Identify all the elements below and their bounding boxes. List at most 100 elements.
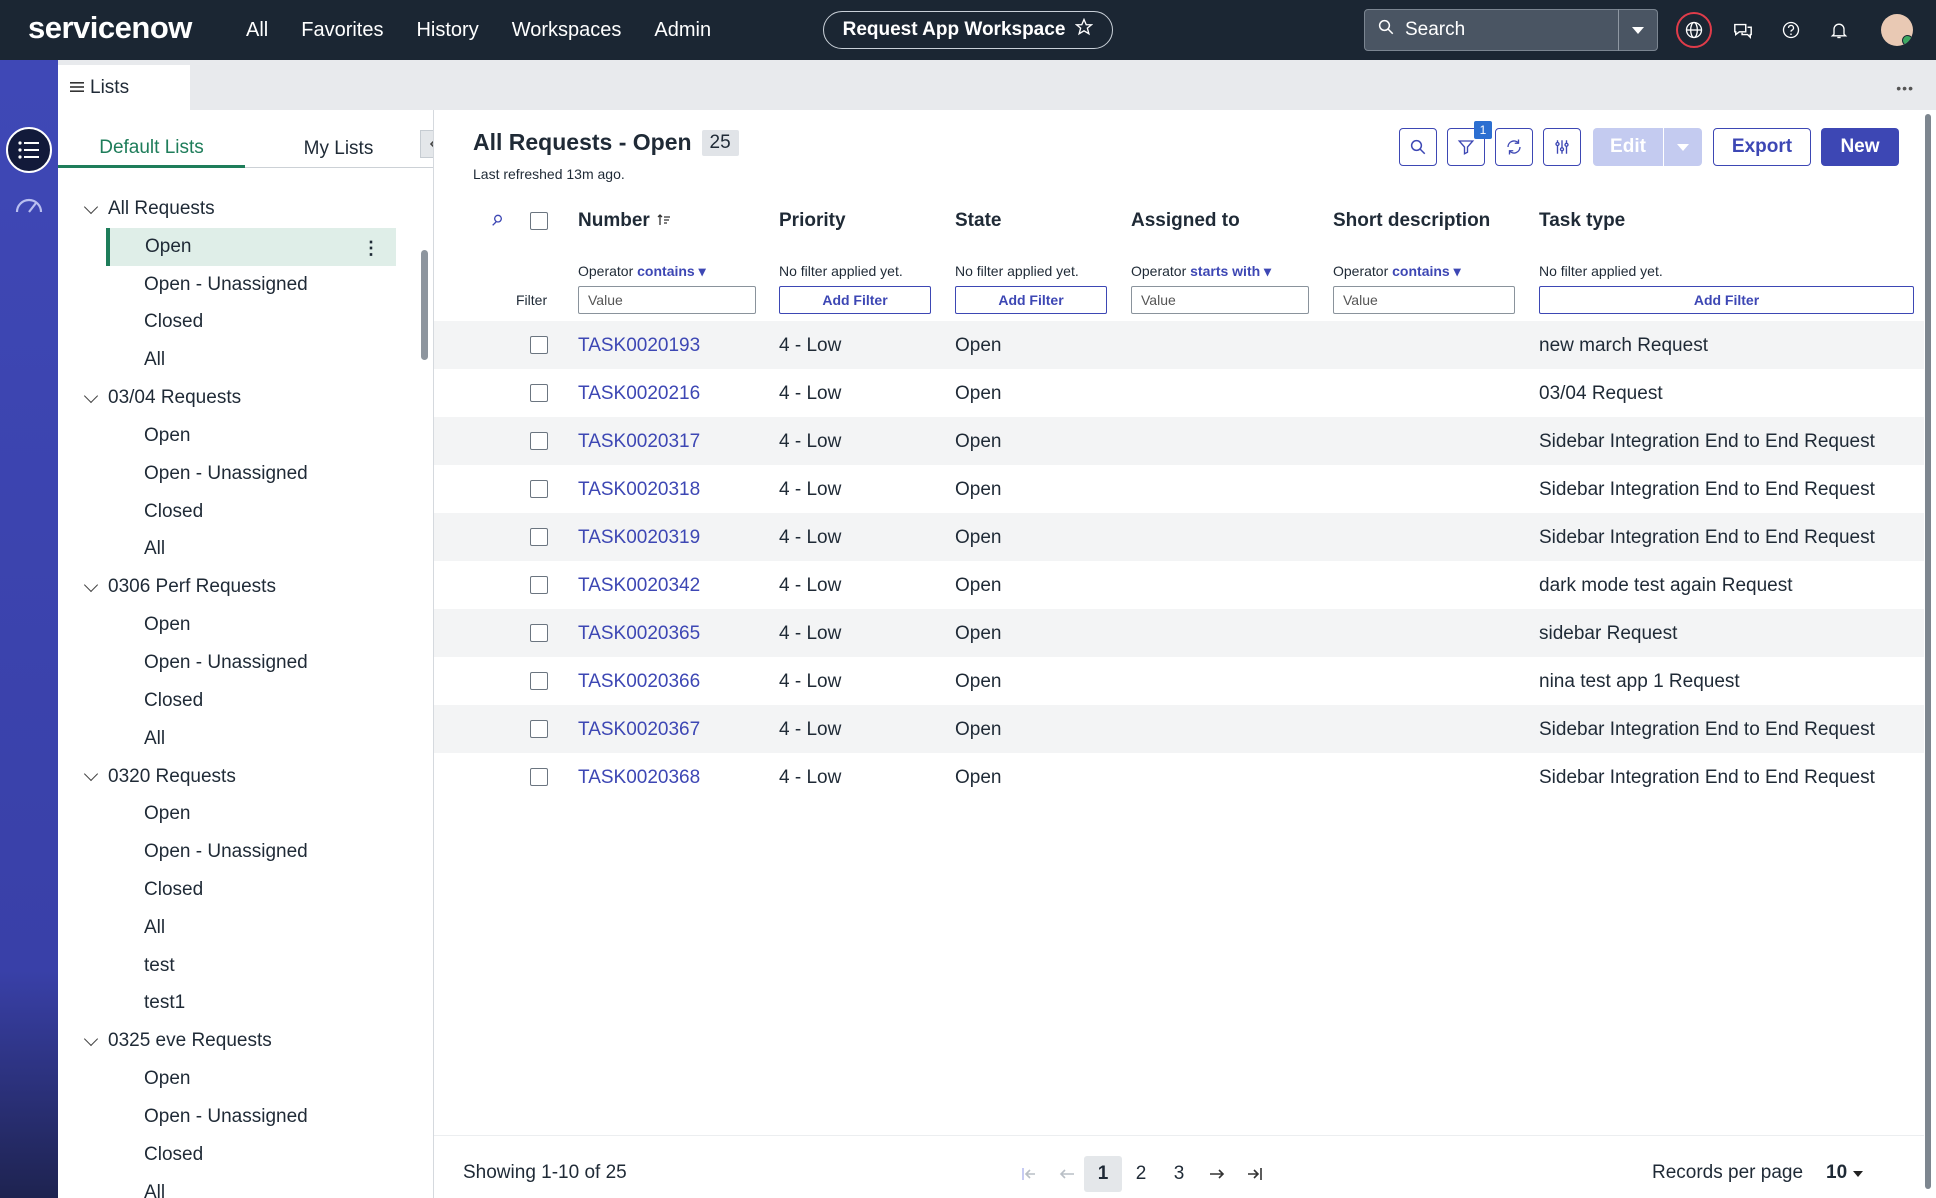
row-checkbox[interactable]	[530, 336, 548, 354]
sidebar-list-item[interactable]: Open	[58, 796, 408, 834]
globe-icon[interactable]	[1676, 12, 1712, 48]
row-checkbox[interactable]	[530, 528, 548, 546]
table-row[interactable]: TASK0020317 4 - Low Open Sidebar Integratio…	[434, 417, 1924, 465]
table-row[interactable]: TASK0020367 4 - Low Open Sidebar Integratio…	[434, 705, 1924, 753]
column-header-assigned-to[interactable]: Assigned to	[1131, 210, 1240, 232]
assigned-operator[interactable]: Operator starts with ▾	[1131, 263, 1271, 280]
list-group-header[interactable]: 03/04 Requests	[58, 379, 408, 417]
tab-lists[interactable]: Lists	[58, 65, 190, 110]
task-number-link[interactable]: TASK0020367	[578, 719, 700, 741]
list-group-header[interactable]: All Requests	[58, 190, 408, 228]
row-checkbox[interactable]	[530, 720, 548, 738]
sidebar-list-item[interactable]: test	[58, 947, 408, 985]
tab-my-lists[interactable]: My Lists	[245, 130, 432, 168]
first-page-button[interactable]	[1010, 1156, 1048, 1192]
task-number-link[interactable]: TASK0020365	[578, 623, 700, 645]
filter-button[interactable]: 1	[1447, 121, 1492, 166]
collapse-sidebar-button[interactable]	[420, 130, 433, 158]
list-menu-icon[interactable]	[6, 127, 52, 173]
sidebar-list-item[interactable]: All	[58, 341, 408, 379]
export-button[interactable]: Export	[1713, 128, 1811, 166]
column-header-task-type[interactable]: Task type	[1539, 210, 1625, 232]
row-checkbox[interactable]	[530, 768, 548, 786]
sidebar-list-item[interactable]: Closed	[58, 1136, 408, 1174]
sidebar-list-item[interactable]: Closed	[58, 682, 408, 720]
refresh-button[interactable]	[1495, 128, 1533, 166]
new-button[interactable]: New	[1821, 128, 1899, 166]
sidebar-list-item[interactable]: test1	[58, 985, 408, 1023]
global-search-input[interactable]: Search	[1364, 9, 1619, 51]
sidebar-list-item[interactable]: Open - Unassigned	[58, 1098, 408, 1136]
task-number-link[interactable]: TASK0020317	[578, 431, 700, 453]
row-checkbox[interactable]	[530, 432, 548, 450]
row-checkbox[interactable]	[530, 384, 548, 402]
sidebar-list-item[interactable]: Closed	[58, 871, 408, 909]
table-row[interactable]: TASK0020318 4 - Low Open Sidebar Integratio…	[434, 465, 1924, 513]
column-header-state[interactable]: State	[955, 210, 1001, 232]
state-add-filter-button[interactable]: Add Filter	[955, 286, 1107, 314]
task-number-link[interactable]: TASK0020342	[578, 575, 700, 597]
nav-history[interactable]: History	[416, 19, 478, 42]
short-desc-filter-input[interactable]: Value	[1333, 286, 1515, 314]
star-icon[interactable]	[1074, 17, 1094, 42]
table-row[interactable]: TASK0020366 4 - Low Open nina test app 1 Re…	[434, 657, 1924, 705]
servicenow-logo[interactable]: servicenow	[28, 10, 192, 46]
chat-icon[interactable]	[1725, 12, 1761, 48]
task-type-add-filter-button[interactable]: Add Filter	[1539, 286, 1914, 314]
table-row[interactable]: TASK0020368 4 - Low Open Sidebar Integratio…	[434, 753, 1924, 801]
sidebar-list-item[interactable]: Open - Unassigned	[58, 644, 408, 682]
nav-admin[interactable]: Admin	[654, 19, 711, 42]
records-per-page-select[interactable]: 10	[1826, 1162, 1864, 1184]
sidebar-list-item[interactable]: Open - Unassigned	[58, 455, 408, 493]
search-list-button[interactable]	[1399, 128, 1437, 166]
sidebar-list-item[interactable]: Open	[58, 1060, 408, 1098]
page-3-button[interactable]: 3	[1160, 1156, 1198, 1192]
task-number-link[interactable]: TASK0020216	[578, 383, 700, 405]
search-scope-dropdown[interactable]	[1618, 9, 1658, 51]
list-scrollbar[interactable]	[1924, 114, 1932, 1194]
column-header-priority[interactable]: Priority	[779, 210, 846, 232]
nav-favorites[interactable]: Favorites	[301, 19, 383, 42]
table-row[interactable]: TASK0020319 4 - Low Open Sidebar Integratio…	[434, 513, 1924, 561]
help-icon[interactable]	[1773, 12, 1809, 48]
column-picker-icon[interactable]	[490, 212, 506, 233]
user-avatar[interactable]	[1881, 14, 1913, 46]
previous-page-button[interactable]	[1048, 1156, 1086, 1192]
column-settings-button[interactable]	[1543, 128, 1581, 166]
nav-all[interactable]: All	[246, 19, 268, 42]
edit-dropdown-button[interactable]	[1664, 128, 1702, 166]
column-header-number[interactable]: Number	[578, 210, 671, 232]
number-filter-input[interactable]: Value	[578, 286, 756, 314]
assigned-filter-input[interactable]: Value	[1131, 286, 1309, 314]
list-group-header[interactable]: 0306 Perf Requests	[58, 568, 408, 606]
tab-default-lists[interactable]: Default Lists	[58, 130, 245, 168]
nav-workspaces[interactable]: Workspaces	[512, 19, 622, 42]
page-2-button[interactable]: 2	[1122, 1156, 1160, 1192]
row-checkbox[interactable]	[530, 624, 548, 642]
task-number-link[interactable]: TASK0020318	[578, 479, 700, 501]
sidebar-list-item[interactable]: All	[58, 531, 408, 569]
task-number-link[interactable]: TASK0020319	[578, 527, 700, 549]
table-row[interactable]: TASK0020365 4 - Low Open sidebar Request	[434, 609, 1924, 657]
row-checkbox[interactable]	[530, 672, 548, 690]
row-checkbox[interactable]	[530, 576, 548, 594]
task-number-link[interactable]: TASK0020366	[578, 671, 700, 693]
bell-icon[interactable]	[1821, 12, 1857, 48]
sidebar-list-item[interactable]: All	[58, 1174, 408, 1198]
sidebar-list-item[interactable]: Open	[58, 417, 408, 455]
row-checkbox[interactable]	[530, 480, 548, 498]
column-header-short-description[interactable]: Short description	[1333, 210, 1490, 232]
more-options-icon[interactable]: •••	[1896, 80, 1914, 96]
sidebar-list-item[interactable]: All	[58, 909, 408, 947]
priority-add-filter-button[interactable]: Add Filter	[779, 286, 931, 314]
kebab-menu-icon[interactable]: ⋮	[362, 238, 380, 259]
list-group-header[interactable]: 0325 eve Requests	[58, 1022, 408, 1060]
next-page-button[interactable]	[1198, 1156, 1236, 1192]
sidebar-list-item[interactable]: Closed	[58, 493, 408, 531]
table-row[interactable]: TASK0020216 4 - Low Open 03/04 Request	[434, 369, 1924, 417]
short-desc-operator[interactable]: Operator contains ▾	[1333, 263, 1461, 280]
workspace-title-pill[interactable]: Request App Workspace	[823, 11, 1113, 49]
table-row[interactable]: TASK0020342 4 - Low Open dark mode test aga…	[434, 561, 1924, 609]
sidebar-list-item[interactable]: All	[58, 720, 408, 758]
sidebar-list-item[interactable]: Closed	[58, 304, 408, 342]
